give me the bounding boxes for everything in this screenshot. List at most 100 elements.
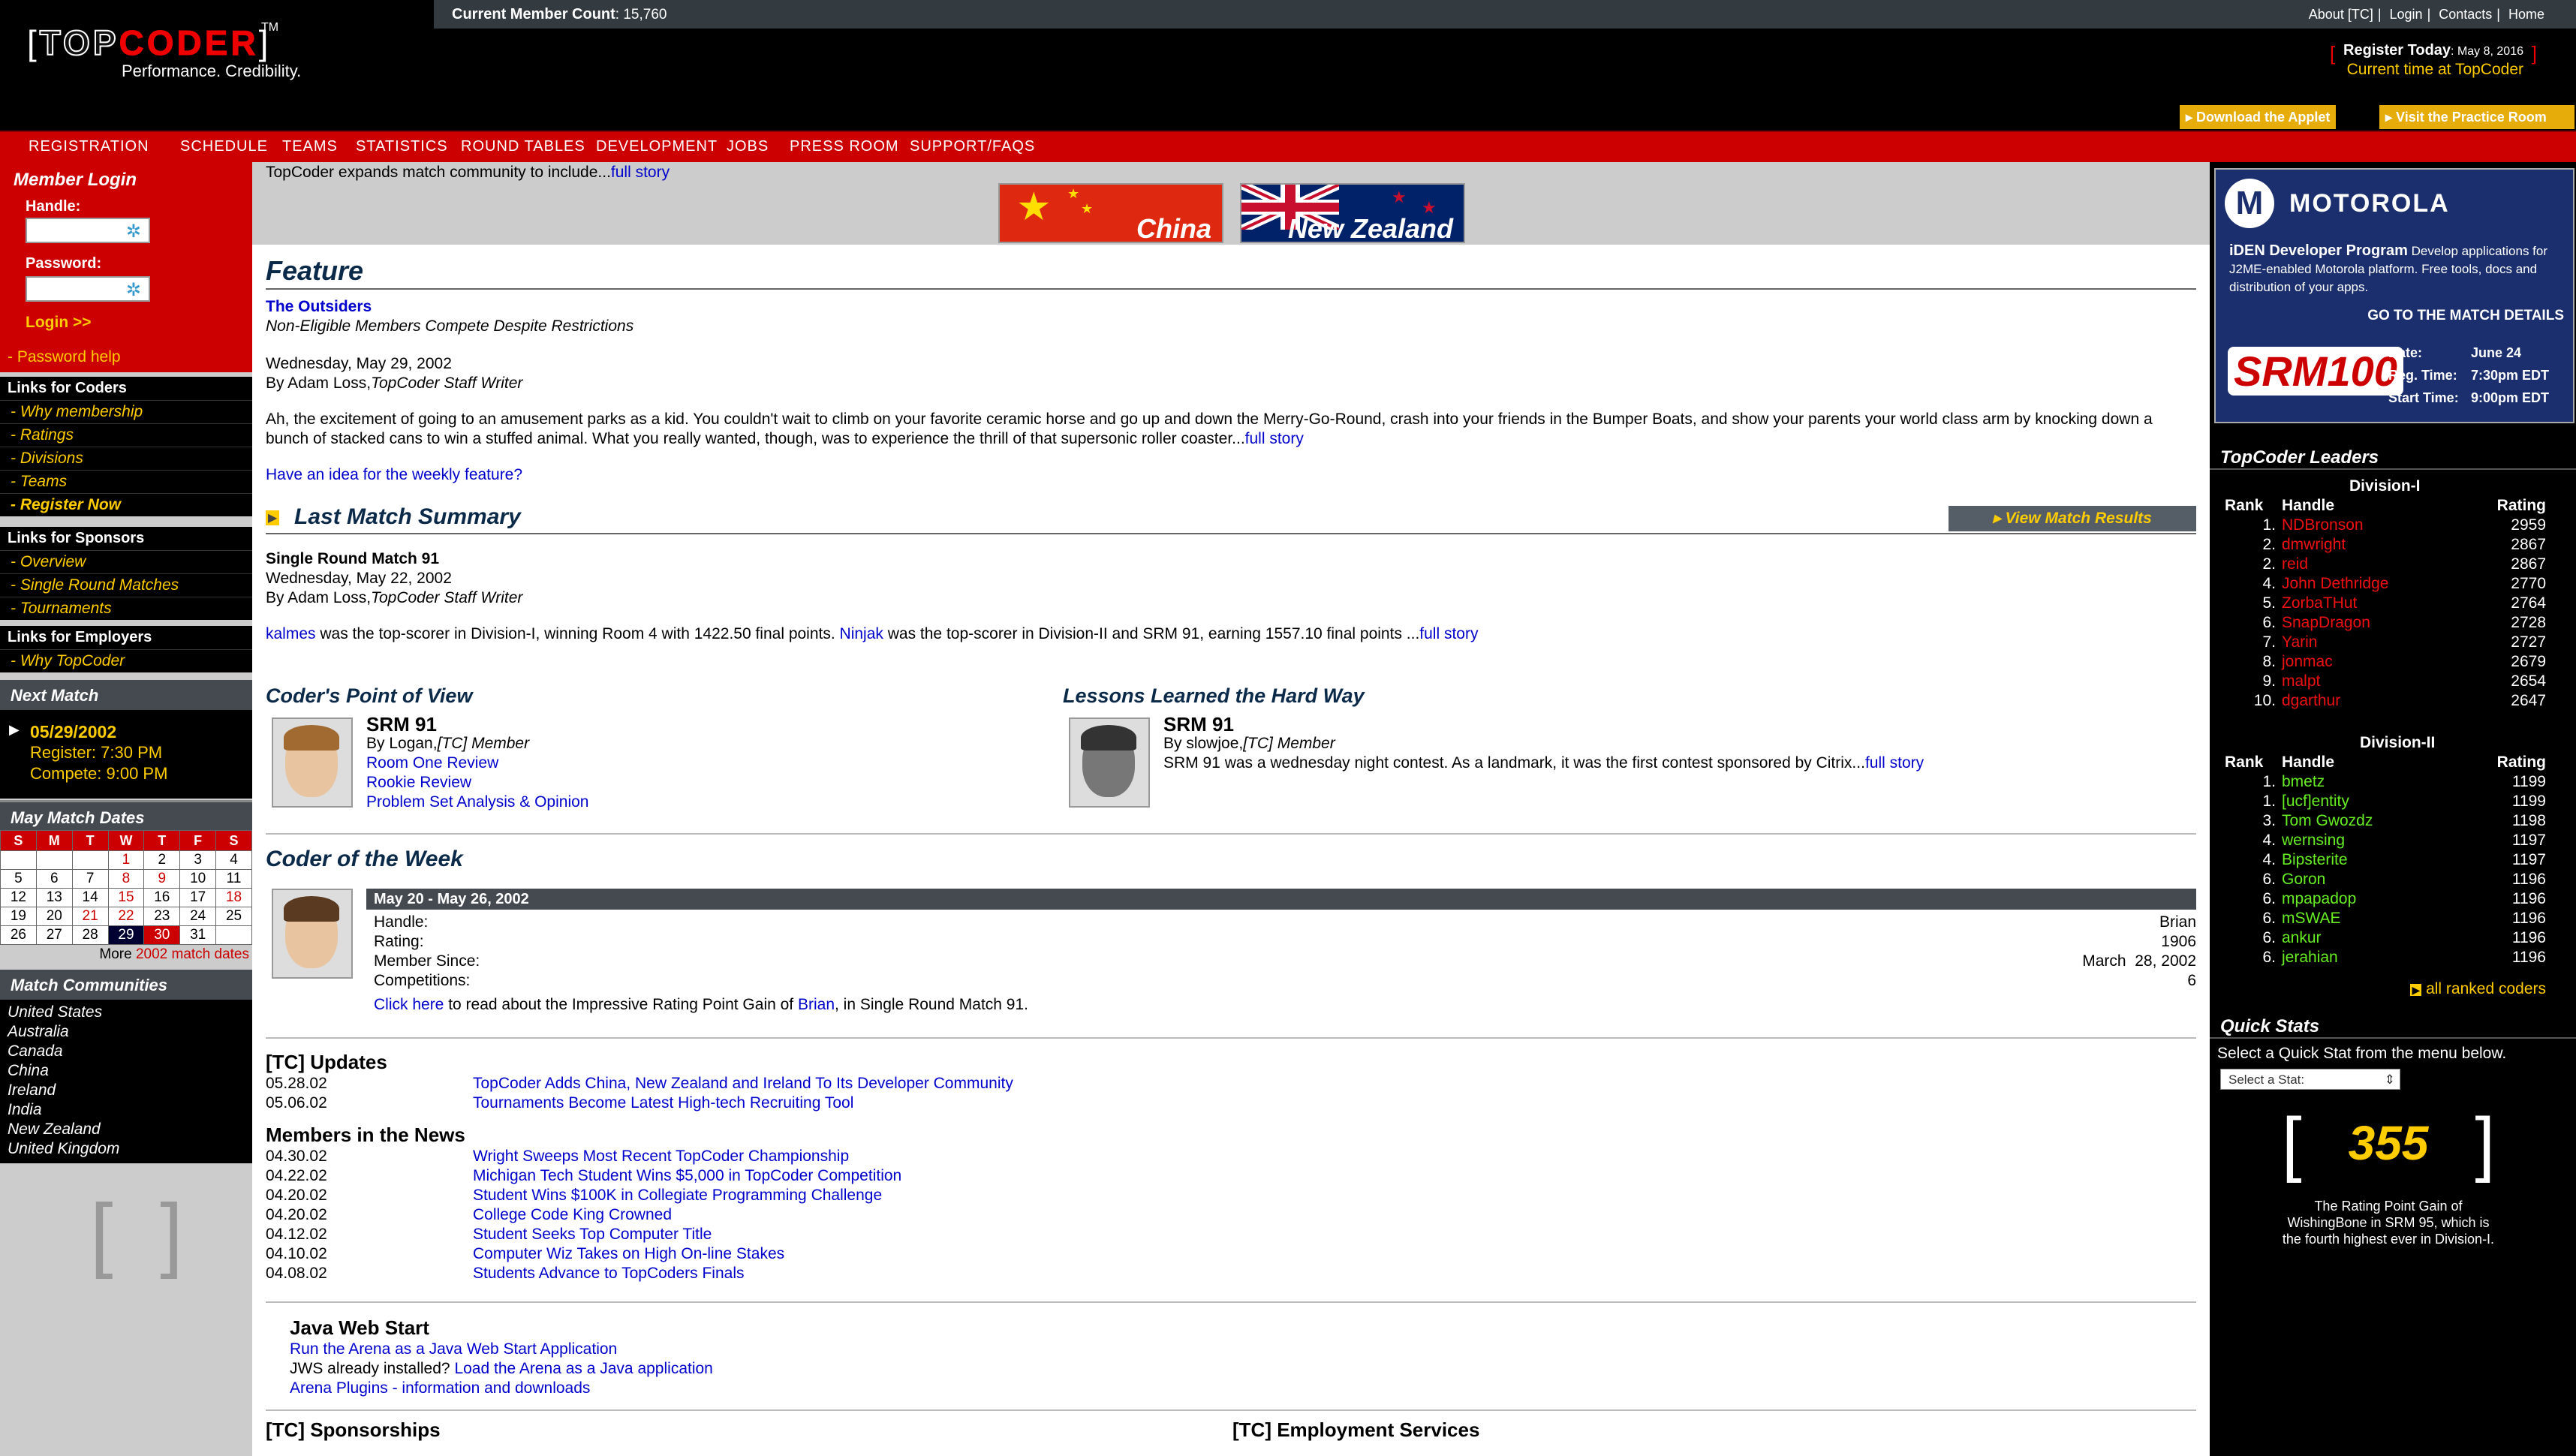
leader-handle-link[interactable]: mSWAE: [2282, 910, 2341, 928]
news-link[interactable]: Student Seeks Top Computer Title: [473, 1226, 712, 1243]
quick-stat-select[interactable]: Select a Stat: ⇕: [2220, 1069, 2400, 1090]
news-link[interactable]: Student Wins $100K in Collegiate Program…: [473, 1187, 882, 1204]
all-ranked-coders-link[interactable]: ▶ all ranked coders: [2410, 980, 2546, 998]
ratings-link[interactable]: - Ratings: [0, 423, 252, 447]
lms-full-story-link[interactable]: full story: [1419, 625, 1478, 642]
leader-handle-link[interactable]: malpt: [2282, 672, 2320, 690]
leader-handle-link[interactable]: dmwright: [2282, 536, 2346, 554]
motorola-ad[interactable]: M MOTOROLA iDEN Developer Program Develo…: [2214, 168, 2574, 423]
leader-rating: 2647: [2511, 692, 2546, 709]
feature-idea-link[interactable]: Have an idea for the weekly feature?: [266, 465, 2196, 485]
new-zealand-flag[interactable]: ★ ★ New Zealand: [1240, 183, 1465, 244]
login-button[interactable]: Login >>: [26, 314, 92, 332]
ninjak-link[interactable]: Ninjak: [840, 625, 883, 642]
update-link[interactable]: TopCoder Adds China, New Zealand and Ire…: [473, 1075, 1013, 1092]
view-match-results-button[interactable]: ▸ View Match Results: [1949, 506, 2196, 531]
overview-link[interactable]: - Overview: [0, 550, 252, 573]
brian-link[interactable]: Brian: [798, 996, 835, 1013]
jws-run-link[interactable]: Run the Arena as a Java Web Start Applic…: [290, 1340, 2220, 1359]
nav-development[interactable]: DEVELOPMENT: [596, 138, 718, 155]
china-flag[interactable]: ★ ★ ★ China: [998, 183, 1223, 244]
leader-handle-link[interactable]: jonmac: [2282, 653, 2333, 671]
leader-handle-link[interactable]: John Dethridge: [2282, 575, 2388, 593]
nav-teams[interactable]: TEAMS: [282, 138, 338, 155]
news-link[interactable]: Students Advance to TopCoders Finals: [473, 1265, 745, 1282]
feature-link[interactable]: The Outsiders: [266, 297, 2196, 317]
nav-schedule[interactable]: SCHEDULE: [180, 138, 268, 155]
leader-handle-link[interactable]: Goron: [2282, 871, 2325, 889]
ad-detail: Date: June 24: [2388, 345, 2522, 360]
kalmes-link[interactable]: kalmes: [266, 625, 316, 642]
why-membership-link[interactable]: - Why membership: [0, 400, 252, 423]
divisions-link[interactable]: - Divisions: [0, 447, 252, 470]
leader-handle-link[interactable]: dgarthur: [2282, 692, 2340, 710]
leader-handle-link[interactable]: Yarin: [2282, 633, 2317, 651]
nav-jobs[interactable]: JOBS: [727, 138, 769, 155]
employers-title: Links for Employers: [8, 629, 152, 645]
leader-handle-link[interactable]: Tom Gwozdz: [2282, 812, 2373, 830]
leader-handle-link[interactable]: bmetz: [2282, 773, 2325, 791]
update-link[interactable]: Tournaments Become Latest High-tech Recr…: [473, 1094, 853, 1112]
nav-statistics[interactable]: STATISTICS: [356, 138, 448, 155]
member-count-strip: Current Member Count: 15,760 About [TC] |…: [434, 0, 2576, 29]
teams-link[interactable]: - Teams: [0, 470, 252, 493]
community-link[interactable]: India: [0, 1100, 252, 1120]
match-communities: United States Australia Canada China Ire…: [0, 1000, 252, 1163]
password-help-link[interactable]: - Password help: [8, 348, 121, 366]
community-link[interactable]: China: [0, 1061, 252, 1081]
leader-handle-link[interactable]: wernsing: [2282, 832, 2345, 850]
login-link[interactable]: Login: [2390, 7, 2423, 22]
match-dates-link[interactable]: 2002 match dates: [136, 946, 249, 962]
announcement-full-story-link[interactable]: full story: [611, 164, 670, 181]
register-today-link[interactable]: Register Today: [2343, 42, 2451, 59]
register-now-link[interactable]: - Register Now: [0, 493, 252, 516]
tournaments-link[interactable]: - Tournaments: [0, 597, 252, 620]
password-input[interactable]: ✲: [26, 276, 150, 302]
room-one-review-link[interactable]: Room One Review: [366, 754, 588, 773]
jws-load-link[interactable]: Load the Arena as a Java application: [454, 1360, 712, 1377]
leader-handle-link[interactable]: ZorbaTHut: [2282, 594, 2357, 612]
community-link[interactable]: New Zealand: [0, 1120, 252, 1139]
news-link[interactable]: Michigan Tech Student Wins $5,000 in Top…: [473, 1167, 901, 1184]
rookie-review-link[interactable]: Rookie Review: [366, 773, 588, 793]
practice-room-button[interactable]: ▸ Visit the Practice Room: [2379, 105, 2574, 129]
leader-handle-link[interactable]: jerahian: [2282, 949, 2338, 967]
jws-plugins-link[interactable]: Arena Plugins - information and download…: [290, 1379, 2220, 1398]
member-login-box: Member Login Handle: ✲ Password: ✲ Login…: [0, 162, 252, 372]
match-details-link[interactable]: GO TO THE MATCH DETAILS: [2367, 308, 2564, 324]
nav-press-room[interactable]: PRESS ROOM: [790, 138, 899, 155]
feature-full-story-link[interactable]: full story: [1245, 430, 1304, 447]
topcoder-logo[interactable]: [TOPCODER] TM Performance. Credibility.: [27, 21, 301, 80]
cotw-click-here-link[interactable]: Click here: [374, 996, 444, 1013]
leader-handle-link[interactable]: [ucf]entity: [2282, 793, 2349, 811]
next-match-date[interactable]: 05/29/2002: [30, 722, 116, 742]
nav-registration[interactable]: REGISTRATION: [29, 138, 149, 155]
about-link[interactable]: About [TC]: [2309, 7, 2373, 22]
nav-support-faqs[interactable]: SUPPORT/FAQS: [910, 138, 1035, 155]
news-link[interactable]: Computer Wiz Takes on High On-line Stake…: [473, 1245, 784, 1262]
home-link[interactable]: Home: [2508, 7, 2544, 22]
leader-handle-link[interactable]: NDBronson: [2282, 516, 2364, 534]
community-link[interactable]: United States: [0, 1003, 252, 1022]
leader-handle-link[interactable]: SnapDragon: [2282, 614, 2370, 632]
why-topcoder-link[interactable]: - Why TopCoder: [0, 649, 252, 672]
single-round-matches-link[interactable]: - Single Round Matches: [0, 573, 252, 597]
community-link[interactable]: Canada: [0, 1042, 252, 1061]
problem-set-analysis-link[interactable]: Problem Set Analysis & Opinion: [366, 793, 588, 812]
news-link[interactable]: College Code King Crowned: [473, 1206, 672, 1223]
community-link[interactable]: United Kingdom: [0, 1139, 252, 1159]
community-link[interactable]: Australia: [0, 1022, 252, 1042]
leader-handle-link[interactable]: Bipsterite: [2282, 851, 2348, 869]
news-link[interactable]: Wright Sweeps Most Recent TopCoder Champ…: [473, 1148, 849, 1165]
leader-handle-link[interactable]: ankur: [2282, 929, 2322, 947]
nav-round-tables[interactable]: ROUND TABLES: [461, 138, 585, 155]
download-applet-button[interactable]: ▸ Download the Applet: [2180, 105, 2337, 129]
handle-input[interactable]: ✲: [26, 218, 150, 243]
leader-rating: 2867: [2511, 536, 2546, 553]
leader-handle-link[interactable]: reid: [2282, 555, 2308, 573]
contacts-link[interactable]: Contacts: [2439, 7, 2492, 22]
leader-rating: 1196: [2511, 890, 2546, 907]
leader-handle-link[interactable]: mpapadop: [2282, 890, 2356, 908]
lessons-full-story-link[interactable]: full story: [1865, 754, 1924, 772]
community-link[interactable]: Ireland: [0, 1081, 252, 1100]
